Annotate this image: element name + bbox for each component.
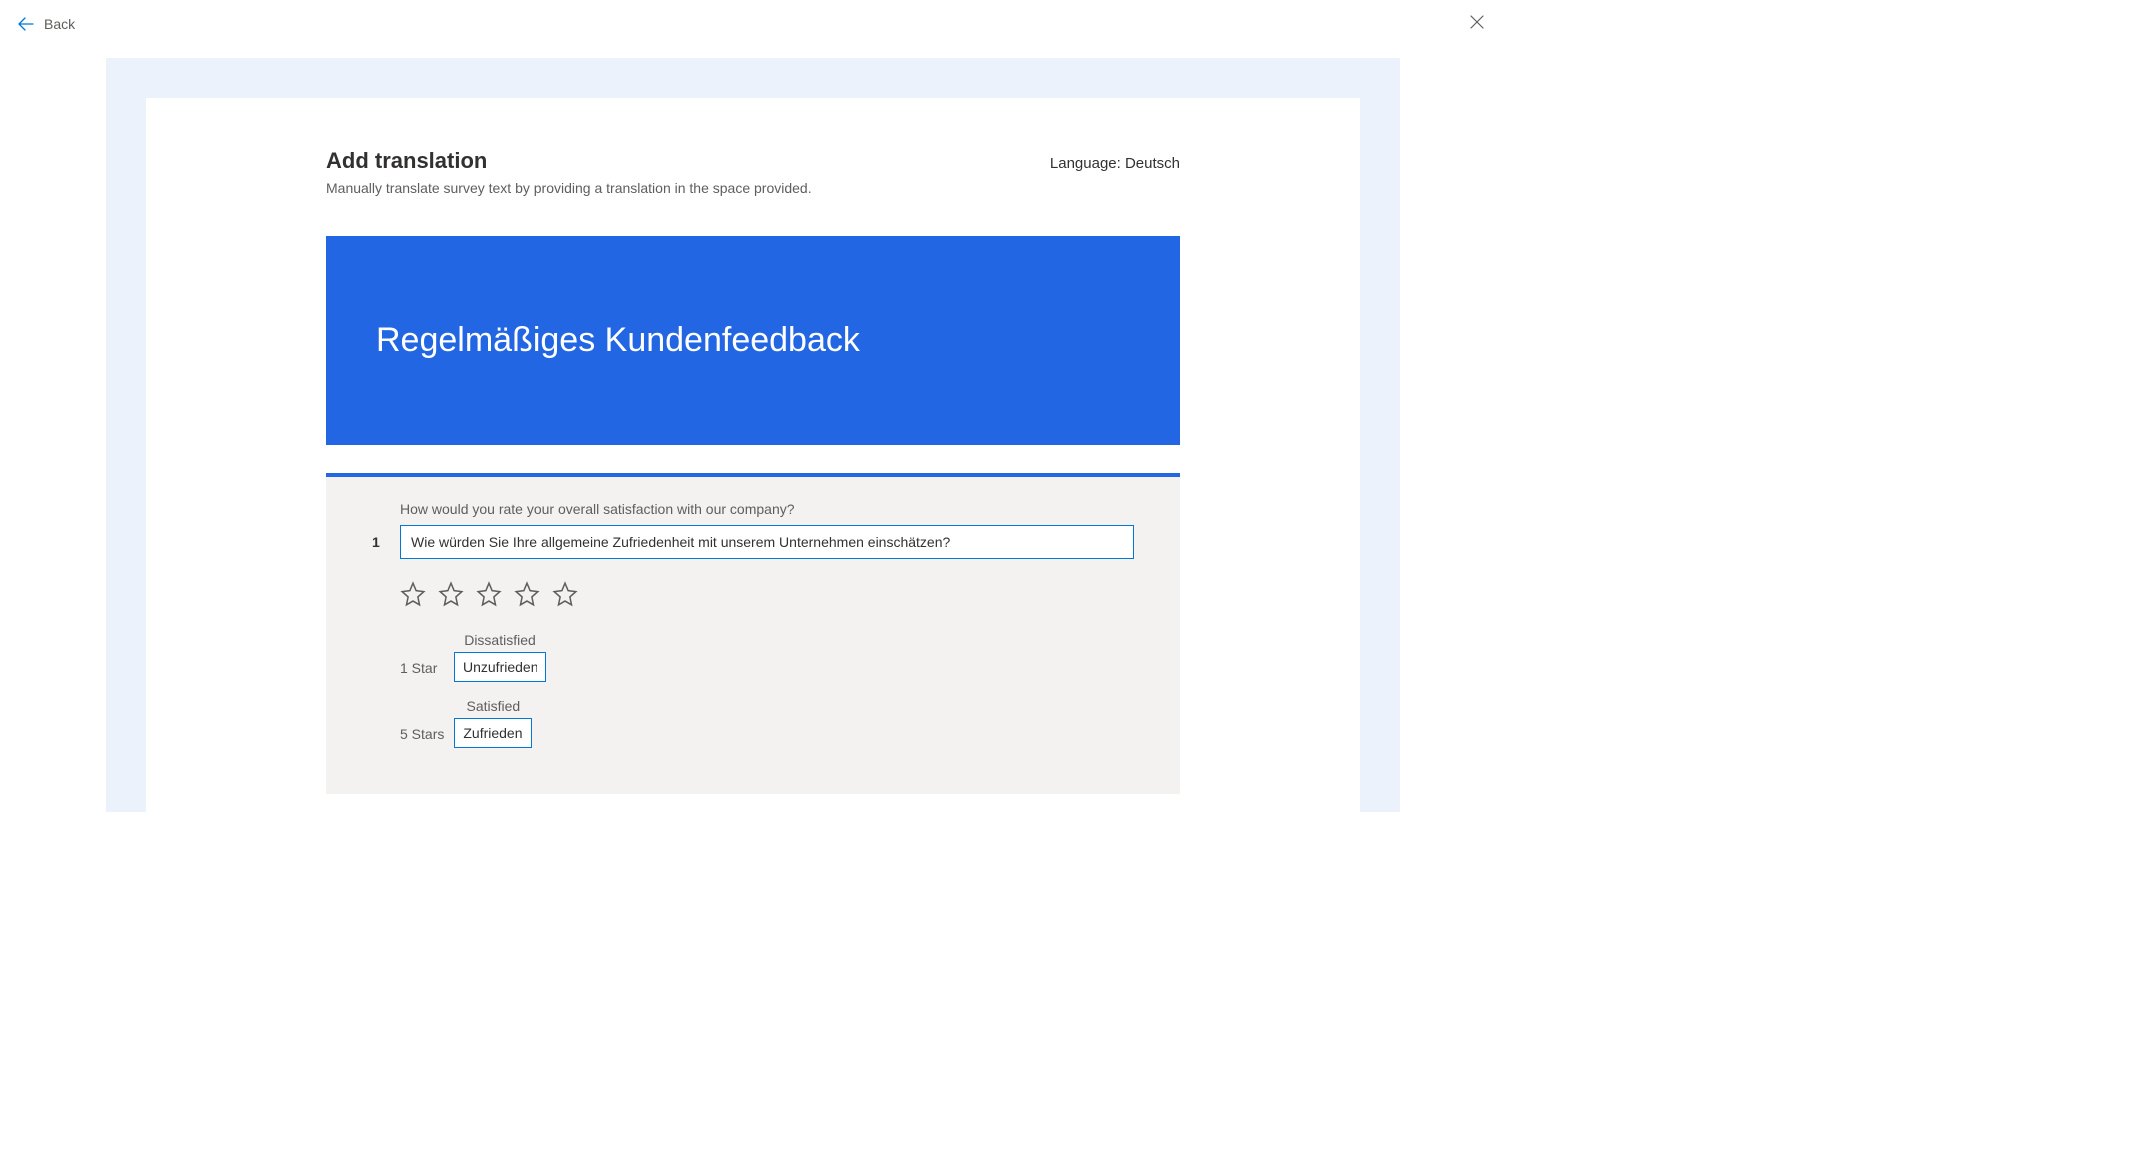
survey-banner[interactable]: Regelmäßiges Kundenfeedback xyxy=(326,236,1180,445)
rating-high-left: 5 Stars xyxy=(400,726,444,748)
back-button[interactable]: Back xyxy=(18,16,75,32)
rating-low-translation-input[interactable] xyxy=(454,652,546,682)
star-icon[interactable] xyxy=(438,581,464,612)
page-title: Add translation xyxy=(326,148,487,174)
rating-high-translation-input[interactable] xyxy=(454,718,532,748)
page-subtitle: Manually translate survey text by provid… xyxy=(326,180,1180,196)
language-prefix: Language: xyxy=(1050,155,1125,172)
inner-container: Add translation Language: Deutsch Manual… xyxy=(146,98,1360,812)
rating-high-original: Satisfied xyxy=(467,698,521,714)
rating-row-high: 5 Stars Satisfied xyxy=(400,698,1134,748)
rating-row-low: 1 Star Dissatisfied xyxy=(400,632,1134,682)
language-label: Language: Deutsch xyxy=(1050,155,1180,172)
question-row: 1 xyxy=(372,525,1134,559)
stars-row xyxy=(400,581,1134,612)
question-original-text: How would you rate your overall satisfac… xyxy=(400,501,1134,517)
close-button[interactable] xyxy=(1466,11,1488,38)
question-card: How would you rate your overall satisfac… xyxy=(326,473,1180,794)
star-icon[interactable] xyxy=(476,581,502,612)
survey-banner-title: Regelmäßiges Kundenfeedback xyxy=(376,321,860,359)
star-icon[interactable] xyxy=(552,581,578,612)
header-row: Add translation Language: Deutsch xyxy=(326,148,1180,174)
back-arrow-icon xyxy=(18,16,34,32)
top-bar: Back xyxy=(0,0,1506,48)
star-icon[interactable] xyxy=(514,581,540,612)
question-translation-input[interactable] xyxy=(400,525,1134,559)
language-value: Deutsch xyxy=(1125,155,1180,172)
outer-container: Add translation Language: Deutsch Manual… xyxy=(106,58,1400,812)
rating-low-original: Dissatisfied xyxy=(464,632,536,648)
question-number: 1 xyxy=(372,534,386,550)
star-icon[interactable] xyxy=(400,581,426,612)
rating-low-left: 1 Star xyxy=(400,660,444,682)
rating-high-col: Satisfied xyxy=(454,698,532,748)
back-label: Back xyxy=(44,16,75,32)
rating-low-col: Dissatisfied xyxy=(454,632,546,682)
close-icon xyxy=(1470,15,1484,34)
rating-labels: 1 Star Dissatisfied 5 Stars Satisfied xyxy=(400,632,1134,748)
